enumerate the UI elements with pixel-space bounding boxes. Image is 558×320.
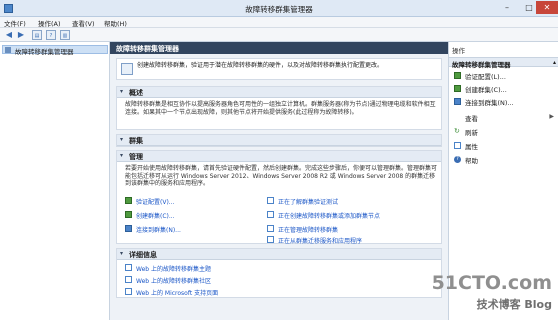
menu-bar: 文件(F) 操作(A) 查看(V) 帮助(H)	[0, 17, 558, 28]
collapse-icon[interactable]: ▾	[120, 152, 123, 159]
collapse-icon[interactable]: ▾	[120, 88, 123, 95]
console-tree: 故障转移群集管理器	[0, 42, 110, 320]
action-view[interactable]: 查看 ▶	[449, 112, 558, 123]
collapse-icon[interactable]: ▾	[120, 250, 123, 257]
clusters-title: 群集	[129, 137, 143, 145]
action-label: 查看	[465, 115, 478, 123]
management-text: 若要开始使用故障转移群集，请首先验证硬件配置，然后创建群集。完成这些步骤后，你便…	[125, 165, 438, 187]
help-icon[interactable]: ?	[46, 30, 56, 40]
actions-group-header[interactable]: 故障转移群集管理器 ▴	[449, 57, 558, 69]
action-label: 验证配置(L)...	[465, 73, 506, 81]
action-create-cluster[interactable]: 创建群集(C)...	[449, 83, 558, 94]
watermark-main: 51CTO.com	[431, 272, 552, 294]
link-web-community[interactable]: Web 上的故障转移群集社区	[136, 276, 211, 285]
create-cluster-icon	[125, 211, 132, 218]
clusters-header[interactable]: ▾ 群集	[117, 135, 441, 146]
tree-item-root[interactable]: 故障转移群集管理器	[2, 45, 108, 56]
menu-file[interactable]: 文件(F)	[4, 18, 26, 28]
validate-icon	[125, 197, 132, 204]
action-refresh[interactable]: ↻ 刷新	[449, 126, 558, 138]
action-label: 属性	[465, 143, 478, 151]
toolbar: ◀ ▶ ▤ ? ▥	[0, 28, 558, 42]
link-connect-cluster[interactable]: 连接到群集(N)...	[136, 225, 181, 234]
back-icon[interactable]: ◀	[4, 30, 14, 40]
refresh-icon: ↻	[454, 127, 460, 135]
help-topic-icon	[267, 197, 274, 204]
link-manage-cluster[interactable]: 正在管理故障转移群集	[278, 225, 338, 234]
more-info-header[interactable]: ▾ 详细信息	[117, 249, 441, 260]
connect-icon	[125, 225, 132, 232]
intro-text: 创建故障转移群集，验证用于潜在故障转移群集的硬件，以及对故障转移群集执行配置更改…	[137, 62, 384, 69]
window-title: 故障转移群集管理器	[245, 5, 313, 14]
web-link-icon	[125, 288, 132, 295]
action-properties[interactable]: 属性	[449, 140, 558, 151]
properties-icon	[454, 142, 461, 149]
overview-text: 故障转移群集是相互协作以提高服务器角色可用性的一组独立计算机。群集服务器(称为节…	[125, 101, 436, 116]
action-label: 创建群集(C)...	[465, 86, 507, 94]
link-validate-configuration[interactable]: 验证配置(V)...	[136, 197, 175, 206]
action-validate[interactable]: 验证配置(L)...	[449, 70, 558, 81]
show-hide-tree-icon[interactable]: ▤	[32, 30, 42, 40]
web-link-icon	[125, 276, 132, 283]
menu-help[interactable]: 帮助(H)	[104, 18, 127, 28]
link-create-cluster[interactable]: 创建群集(C)...	[136, 211, 175, 220]
management-header[interactable]: ▾ 管理	[117, 151, 441, 162]
close-button[interactable]: ✕	[536, 1, 558, 14]
overview-section: ▾ 概述 故障转移群集是相互协作以提高服务器角色可用性的一组独立计算机。群集服务…	[116, 86, 442, 130]
link-web-topics[interactable]: Web 上的故障转移群集主题	[136, 264, 211, 273]
collapse-up-icon[interactable]: ▴	[553, 59, 556, 66]
validate-icon	[454, 72, 461, 79]
menu-view[interactable]: 查看(V)	[72, 18, 95, 28]
menu-action[interactable]: 操作(A)	[38, 18, 61, 28]
minimize-button[interactable]: –	[496, 1, 518, 14]
show-hide-action-pane-icon[interactable]: ▥	[60, 30, 70, 40]
action-label: 刷新	[465, 129, 478, 137]
actions-title: 操作	[452, 47, 465, 55]
overview-header[interactable]: ▾ 概述	[117, 87, 441, 98]
action-help[interactable]: ? 帮助	[449, 154, 558, 165]
cluster-icon	[121, 63, 133, 75]
help-topic-icon	[267, 225, 274, 232]
action-label: 连接到群集(N)...	[465, 99, 514, 107]
watermark-sub: 技术博客 Blog	[476, 298, 552, 311]
main-header: 故障转移群集管理器	[110, 42, 448, 54]
more-info-section: ▾ 详细信息 Web 上的故障转移群集主题 Web 上的故障转移群集社区 Web…	[116, 248, 442, 298]
forward-icon[interactable]: ▶	[16, 30, 26, 40]
overview-title: 概述	[129, 89, 143, 97]
link-validation-tests[interactable]: 正在了解群集验证测试	[278, 197, 338, 206]
management-title: 管理	[129, 153, 143, 161]
collapse-icon[interactable]: ▾	[120, 136, 123, 143]
submenu-arrow-icon: ▶	[549, 113, 554, 120]
watermark: 51CTO.com 技术博客 Blog	[432, 272, 552, 312]
title-bar: 故障转移群集管理器 – □ ✕	[0, 0, 558, 17]
help-icon: ?	[454, 156, 461, 163]
link-create-or-add-node[interactable]: 正在创建故障转移群集或添加群集节点	[278, 211, 380, 220]
link-web-support[interactable]: Web 上的 Microsoft 支持页面	[136, 288, 218, 297]
actions-header: 操作	[449, 42, 558, 55]
help-topic-icon	[267, 211, 274, 218]
more-info-title: 详细信息	[129, 251, 157, 259]
link-migrate-services[interactable]: 正在从群集迁移服务和应用程序	[278, 236, 362, 245]
web-link-icon	[125, 264, 132, 271]
cluster-manager-icon	[5, 47, 11, 53]
action-connect[interactable]: 连接到群集(N)...	[449, 96, 558, 107]
management-section: ▾ 管理 若要开始使用故障转移群集，请首先验证硬件配置，然后创建群集。完成这些步…	[116, 150, 442, 245]
tree-item-label: 故障转移群集管理器	[15, 48, 74, 56]
intro-panel: 创建故障转移群集，验证用于潜在故障转移群集的硬件，以及对故障转移群集执行配置更改…	[116, 58, 442, 80]
create-cluster-icon	[454, 85, 461, 92]
clusters-section: ▾ 群集	[116, 134, 442, 147]
main-pane: 故障转移群集管理器 创建故障转移群集，验证用于潜在故障转移群集的硬件，以及对故障…	[110, 42, 448, 320]
actions-group-title: 故障转移群集管理器	[452, 61, 511, 69]
help-topic-icon	[267, 236, 274, 243]
main-header-title: 故障转移群集管理器	[116, 45, 179, 53]
connect-icon	[454, 98, 461, 105]
action-label: 帮助	[465, 157, 478, 165]
